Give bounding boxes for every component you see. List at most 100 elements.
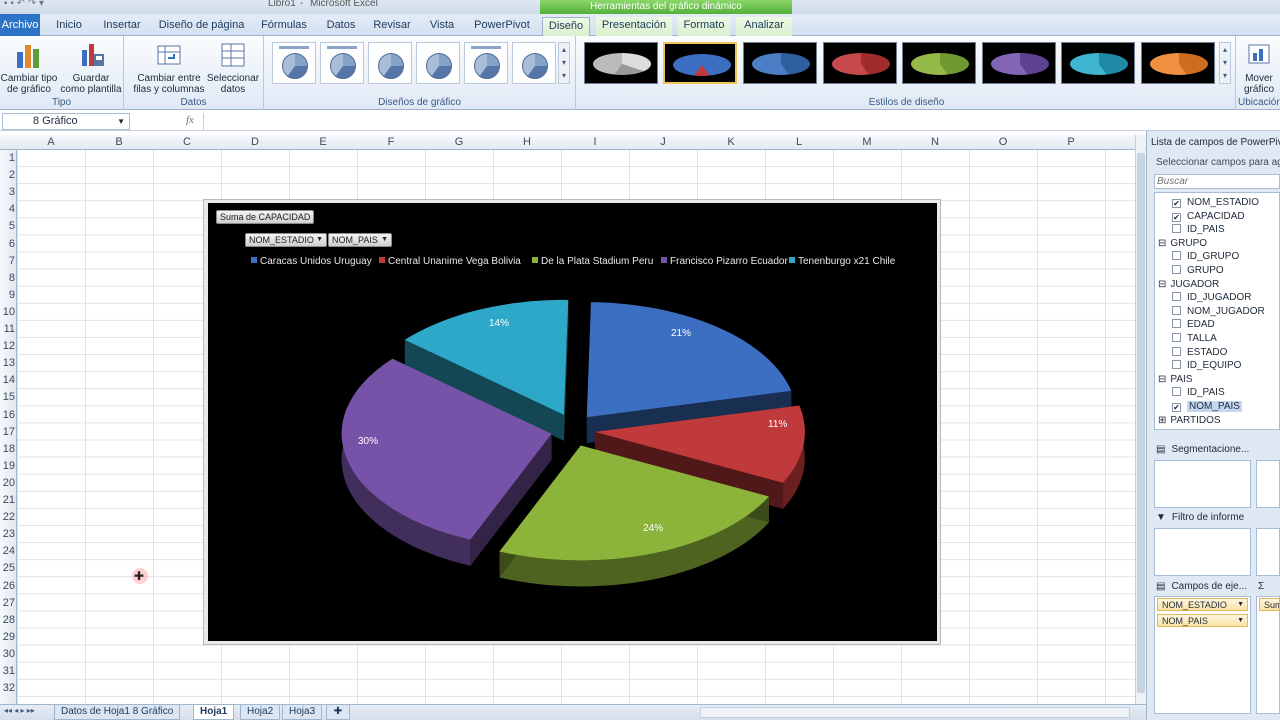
column-header[interactable]: H <box>493 136 561 148</box>
chart-style-blue[interactable] <box>743 42 817 84</box>
column-header[interactable]: M <box>833 136 901 148</box>
tab-format[interactable]: Formato <box>678 17 730 36</box>
row-header[interactable]: 4 <box>0 203 16 215</box>
chart-style-multicolor[interactable] <box>663 42 737 84</box>
row-header[interactable]: 24 <box>0 545 16 557</box>
field-table-node[interactable]: ⊟ GRUPO <box>1158 238 1207 249</box>
scrollbar-thumb[interactable] <box>1137 153 1145 693</box>
tab-formulas[interactable]: Fórmulas <box>257 17 311 36</box>
row-header[interactable]: 32 <box>0 682 16 694</box>
sheet-tab-active[interactable]: Hoja1 <box>193 705 235 720</box>
tab-view[interactable]: Vista <box>424 17 460 36</box>
insert-sheet-icon[interactable]: ✚ <box>326 705 350 720</box>
tab-data[interactable]: Datos <box>320 17 362 36</box>
column-header[interactable]: C <box>153 136 221 148</box>
row-header[interactable]: 6 <box>0 238 16 250</box>
tab-file[interactable]: Archivo <box>0 14 40 36</box>
chart-layout-6[interactable] <box>512 42 556 84</box>
sheet-tab[interactable]: Hoja3 <box>282 705 323 720</box>
tab-review[interactable]: Revisar <box>370 17 414 36</box>
tab-page-layout[interactable]: Diseño de página <box>154 17 249 36</box>
column-header[interactable]: D <box>221 136 289 148</box>
move-chart-button[interactable]: Mover gráfico <box>1238 38 1280 95</box>
axis-field-pill[interactable]: NOM_ESTADIO ▼ <box>1157 598 1248 611</box>
field-item[interactable]: ID_PAIS <box>1172 387 1225 398</box>
row-header[interactable]: 17 <box>0 426 16 438</box>
field-item[interactable]: ✔ NOM_ESTADIO <box>1172 197 1259 208</box>
field-item[interactable]: ID_JUGADOR <box>1172 292 1251 303</box>
column-header[interactable]: O <box>969 136 1037 148</box>
horizontal-scrollbar[interactable] <box>700 707 1130 718</box>
field-item[interactable]: GRUPO <box>1172 265 1224 276</box>
row-header[interactable]: 27 <box>0 597 16 609</box>
field-table-node[interactable]: ⊟ PAIS <box>1158 374 1192 385</box>
row-header[interactable]: 18 <box>0 443 16 455</box>
row-header[interactable]: 26 <box>0 580 16 592</box>
field-item[interactable]: ID_GRUPO <box>1172 251 1239 262</box>
collapse-icon[interactable]: ⊟ <box>1158 374 1166 385</box>
row-header[interactable]: 12 <box>0 340 16 352</box>
column-header[interactable]: I <box>561 136 629 148</box>
column-header[interactable]: J <box>629 136 697 148</box>
values-drop-area[interactable] <box>1256 596 1280 714</box>
field-item[interactable]: ESTADO <box>1172 346 1227 358</box>
chart-layout-1[interactable] <box>272 42 316 84</box>
field-table-node[interactable]: ⊞ PARTIDOS <box>1158 415 1221 426</box>
field-checkbox[interactable]: ✔ <box>1172 212 1181 222</box>
sheet-nav-arrows[interactable]: ◂◂ ◂ ▸ ▸▸ <box>4 706 35 715</box>
save-template-button[interactable]: Guardar como plantilla <box>60 38 122 95</box>
field-item[interactable]: EDAD <box>1172 319 1215 330</box>
value-field-button[interactable]: Suma de CAPACIDAD <box>216 210 315 224</box>
slicers-vertical-drop-area[interactable] <box>1256 460 1280 508</box>
field-item[interactable]: ID_PAIS <box>1172 224 1225 235</box>
sheet-tab[interactable]: Datos de Hoja1 8 Gráfico <box>54 705 181 720</box>
columns-drop-area[interactable] <box>1256 528 1280 576</box>
chart-layout-4[interactable] <box>416 42 460 84</box>
select-data-button[interactable]: Seleccionar datos <box>206 38 260 95</box>
row-header[interactable]: 29 <box>0 631 16 643</box>
field-checkbox[interactable] <box>1172 265 1181 274</box>
chart-style-green[interactable] <box>902 42 976 84</box>
values-field-pill[interactable]: Sum <box>1259 598 1280 611</box>
column-header[interactable]: E <box>289 136 357 148</box>
field-item[interactable]: ✔ CAPACIDAD <box>1172 211 1245 222</box>
row-header[interactable]: 16 <box>0 409 16 421</box>
row-header[interactable]: 11 <box>0 323 16 335</box>
row-header[interactable]: 22 <box>0 511 16 523</box>
row-header[interactable]: 10 <box>0 306 16 318</box>
layouts-scroll[interactable]: ▴ ▾ ▾ <box>558 42 570 84</box>
chart-style-purple[interactable] <box>982 42 1056 84</box>
name-box[interactable]: 8 Gráfico ▼ <box>2 113 130 130</box>
column-header[interactable]: F <box>357 136 425 148</box>
tab-analyze[interactable]: Analizar <box>736 17 792 36</box>
field-checkbox[interactable] <box>1172 305 1181 315</box>
column-header[interactable]: P <box>1037 136 1105 148</box>
tab-insert[interactable]: Insertar <box>98 17 146 36</box>
field-checkbox[interactable]: ✔ <box>1172 199 1181 208</box>
axis-field-button-estadio[interactable]: NOM_ESTADIO ▼ <box>245 233 327 247</box>
row-header[interactable]: 5 <box>0 220 16 232</box>
row-header[interactable]: 1 <box>0 152 16 164</box>
row-header[interactable]: 30 <box>0 648 16 660</box>
row-header[interactable]: 7 <box>0 255 16 267</box>
styles-scroll[interactable]: ▴ ▾ ▾ <box>1219 42 1231 84</box>
change-chart-type-button[interactable]: Cambiar tipo de gráfico <box>0 38 58 95</box>
tab-powerpivot[interactable]: PowerPivot <box>468 17 536 36</box>
field-table-node[interactable]: ⊟ JUGADOR <box>1158 279 1219 290</box>
column-header[interactable]: N <box>901 136 969 148</box>
field-checkbox[interactable] <box>1172 224 1181 234</box>
field-item[interactable]: NOM_JUGADOR <box>1172 305 1265 317</box>
field-checkbox[interactable] <box>1172 360 1181 370</box>
row-header[interactable]: 20 <box>0 477 16 489</box>
collapse-icon[interactable]: ⊟ <box>1158 238 1166 249</box>
column-header[interactable]: L <box>765 136 833 148</box>
formula-input[interactable] <box>203 113 1280 130</box>
field-item[interactable]: ✔ NOM_PAIS <box>1172 401 1242 412</box>
column-header[interactable]: K <box>697 136 765 148</box>
collapse-icon[interactable]: ⊟ <box>1158 279 1166 290</box>
slicers-drop-area[interactable] <box>1154 460 1251 508</box>
chart-style-gray[interactable] <box>584 42 658 84</box>
vertical-scrollbar[interactable] <box>1135 135 1146 704</box>
chart-layout-2[interactable] <box>320 42 364 84</box>
field-checkbox[interactable] <box>1172 333 1181 342</box>
